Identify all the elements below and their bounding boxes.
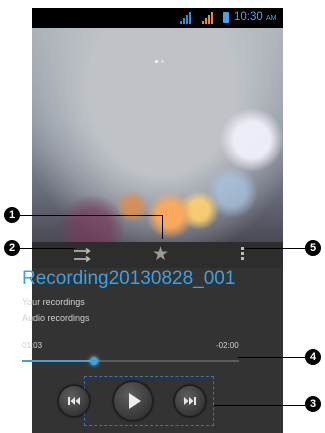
- track-album: Audio recordings: [22, 313, 90, 323]
- status-clock: 10:30 AM: [234, 11, 277, 23]
- track-title: Recording20130828_001: [22, 268, 236, 289]
- callout-4: 4: [305, 349, 321, 365]
- signal-icon: [180, 12, 194, 24]
- action-bar: ★: [32, 242, 283, 268]
- callout-line-3: [214, 405, 310, 406]
- shuffle-icon[interactable]: [74, 248, 94, 262]
- seek-thumb[interactable]: [89, 357, 98, 365]
- skip-next-icon: [184, 397, 196, 405]
- callout-line-4: [238, 357, 310, 358]
- callout-line-1: [17, 215, 163, 216]
- play-button[interactable]: [113, 381, 153, 421]
- callout-line-1-vertical: [162, 215, 163, 239]
- callout-line-5: [245, 248, 308, 249]
- skip-previous-icon: [68, 397, 80, 405]
- callout-2: 2: [4, 240, 20, 256]
- star-icon[interactable]: ★: [152, 244, 169, 266]
- callout-5: 5: [305, 240, 321, 256]
- signal-icon-secondary: [202, 12, 216, 24]
- battery-icon: [223, 12, 229, 23]
- more-vert-icon[interactable]: [241, 247, 245, 263]
- seek-bar[interactable]: [22, 355, 239, 367]
- page-indicator: [155, 50, 167, 68]
- phone-screen: 10:30 AM ★: [32, 8, 283, 433]
- album-art[interactable]: [32, 28, 283, 242]
- callout-3: 3: [305, 396, 321, 412]
- callout-1: 1: [4, 207, 20, 223]
- next-button[interactable]: [174, 385, 206, 417]
- time-remaining: -02:00: [216, 341, 239, 350]
- track-subtitle: Your recordings: [22, 297, 85, 307]
- seek-progress: [22, 360, 94, 362]
- previous-button[interactable]: [58, 385, 90, 417]
- play-icon: [129, 393, 141, 409]
- status-bar: 10:30 AM: [32, 8, 283, 28]
- time-elapsed: 01:03: [22, 341, 43, 350]
- callout-line-2: [17, 248, 75, 249]
